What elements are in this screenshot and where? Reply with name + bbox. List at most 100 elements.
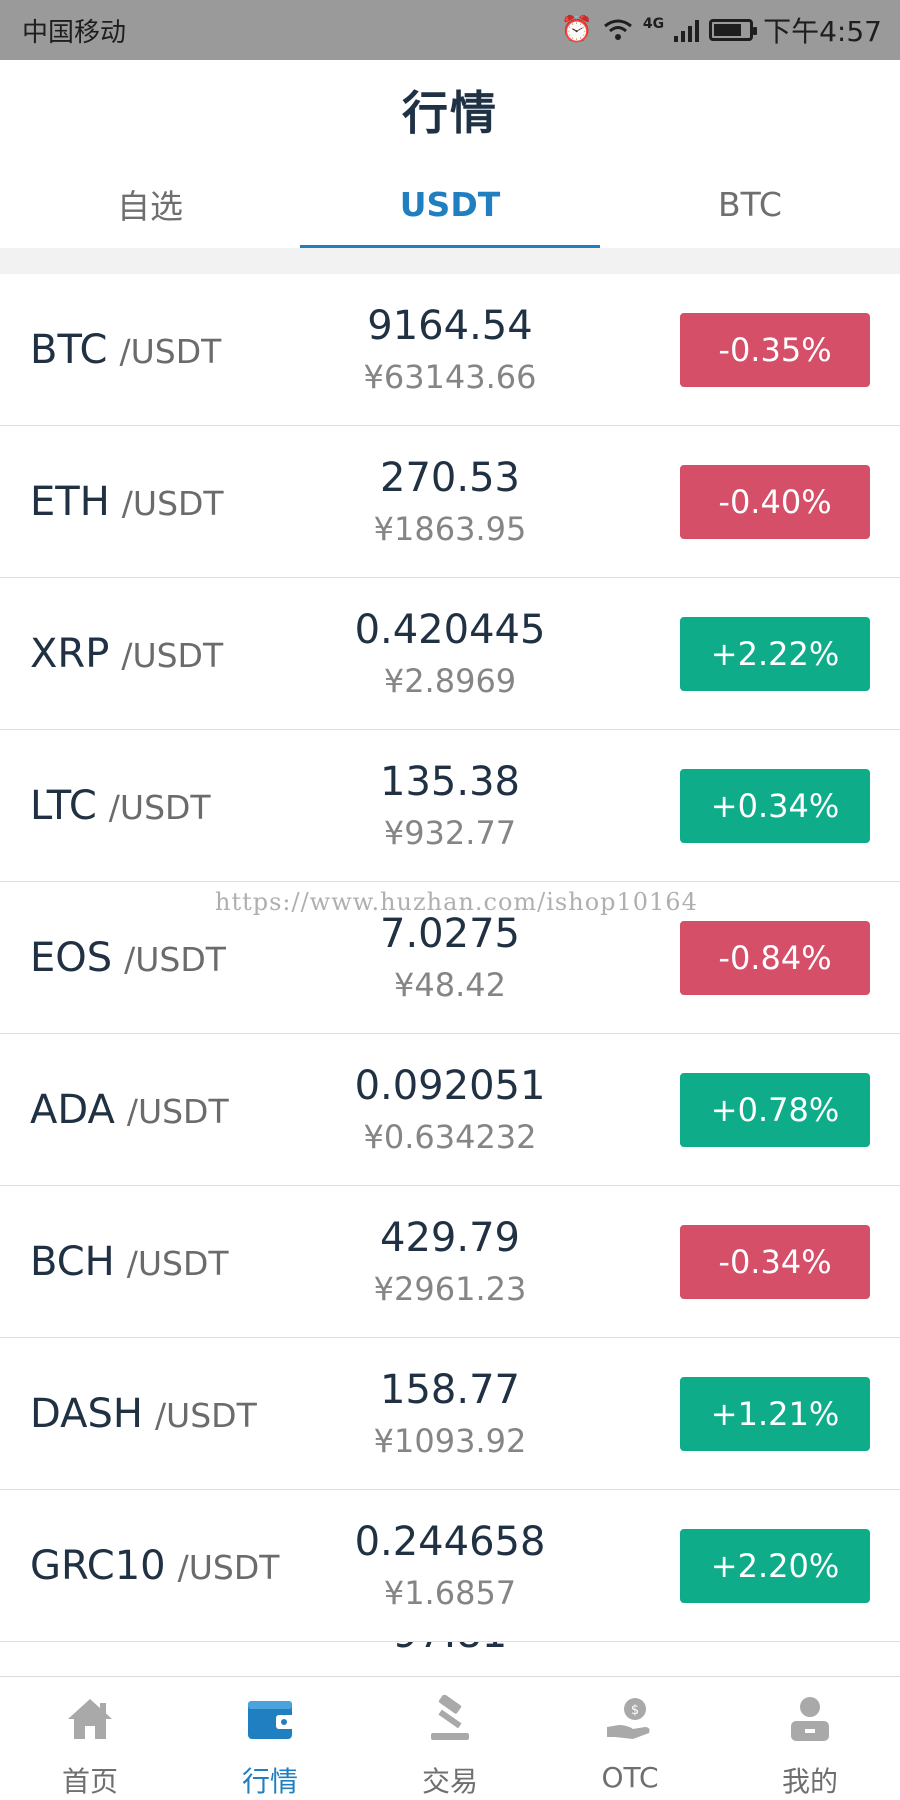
- pair-name: BTC /USDT: [30, 327, 221, 373]
- nav-label: OTC: [601, 1761, 659, 1794]
- market-row-btc[interactable]: BTC /USDT 9164.54 ¥63143.66 -0.35%: [0, 274, 900, 426]
- pair-name: EOS /USDT: [30, 935, 226, 981]
- quote-symbol: /USDT: [121, 483, 224, 523]
- last-price: 270.53: [380, 455, 520, 502]
- price-block: 270.53 ¥1863.95: [300, 454, 600, 548]
- signal-icon: [674, 18, 700, 42]
- pair-name: XRP /USDT: [30, 631, 223, 677]
- nav-label: 首页: [61, 1765, 118, 1798]
- quote-symbol: /USDT: [119, 331, 222, 371]
- coin-hand-icon: $: [602, 1691, 658, 1747]
- base-symbol: LTC: [30, 782, 97, 829]
- change-badge: +2.22%: [680, 616, 870, 691]
- nav-market[interactable]: 行情: [180, 1677, 360, 1800]
- last-price: 429.79: [380, 1215, 520, 1262]
- cny-price: ¥1093.92: [373, 1422, 527, 1461]
- base-symbol: EOS: [30, 934, 113, 981]
- market-row-ltc[interactable]: LTC /USDT 135.38 ¥932.77 +0.34%: [0, 730, 900, 882]
- pair-name: ETH /USDT: [30, 479, 224, 525]
- base-symbol: XRP: [30, 630, 110, 677]
- change-badge: +1.21%: [680, 1376, 870, 1451]
- quote-symbol: /USDT: [126, 1243, 229, 1283]
- wifi-icon: [603, 19, 632, 40]
- cny-price: ¥63143.66: [363, 358, 537, 397]
- nav-profile[interactable]: 我的: [720, 1677, 900, 1800]
- market-list: BTC /USDT 9164.54 ¥63143.66 -0.35% ETH /…: [0, 274, 900, 1682]
- base-symbol: ADA: [30, 1086, 115, 1133]
- base-symbol: BTC: [30, 326, 108, 373]
- page-header: 行情: [0, 60, 900, 160]
- status-time: 下午4:57: [763, 15, 882, 48]
- market-row-grc10[interactable]: GRC10 /USDT 0.244658 ¥1.6857 +2.20%: [0, 1490, 900, 1642]
- tab-btc[interactable]: BTC: [600, 160, 900, 248]
- change-badge: -0.84%: [680, 920, 870, 995]
- base-symbol: DASH: [30, 1390, 143, 1437]
- nav-label: 我的: [781, 1765, 838, 1798]
- market-row-dash[interactable]: DASH /USDT 158.77 ¥1093.92 +1.21%: [0, 1338, 900, 1490]
- nav-label: 行情: [241, 1765, 298, 1798]
- cny-price: ¥1863.95: [373, 510, 527, 549]
- user-icon: [782, 1691, 838, 1746]
- price-block: 429.79 ¥2961.23: [300, 1214, 600, 1308]
- market-row-eth[interactable]: ETH /USDT 270.53 ¥1863.95 -0.40%: [0, 426, 900, 578]
- network-type: 4G: [642, 16, 665, 32]
- bottom-nav: 首页 行情 交易 $ OTC 我的: [0, 1676, 900, 1800]
- change-badge: -0.35%: [680, 312, 870, 387]
- status-icons: ⏰ 4G 下午4:57: [561, 10, 883, 50]
- last-price: 97.81: [300, 1642, 600, 1658]
- tab-favorites[interactable]: 自选: [0, 160, 300, 248]
- base-symbol: BCH: [30, 1238, 115, 1285]
- market-row-xrp[interactable]: XRP /USDT 0.420445 ¥2.8969 +2.22%: [0, 578, 900, 730]
- price-block: 135.38 ¥932.77: [300, 758, 600, 852]
- quote-symbol: /USDT: [177, 1547, 280, 1587]
- alarm-icon: ⏰: [560, 15, 593, 45]
- home-icon: [62, 1691, 118, 1746]
- price-block: 0.420445 ¥2.8969: [300, 606, 600, 700]
- quote-symbol: /USDT: [108, 787, 211, 827]
- cny-price: ¥2961.23: [373, 1270, 527, 1309]
- last-price: 7.0275: [380, 911, 520, 958]
- quote-symbol: /USDT: [126, 1091, 229, 1131]
- nav-home[interactable]: 首页: [0, 1677, 180, 1800]
- watermark-text: https://www.huzhan.com/ishop10164: [215, 888, 698, 916]
- cny-price: ¥932.77: [383, 814, 517, 853]
- base-symbol: ETH: [30, 478, 110, 525]
- change-badge: +2.20%: [680, 1528, 870, 1603]
- last-price: 135.38: [380, 759, 520, 806]
- price-block: 0.092051 ¥0.634232: [300, 1062, 600, 1156]
- svg-text:$: $: [631, 1703, 639, 1718]
- quote-symbol: /USDT: [121, 635, 224, 675]
- change-badge: +0.34%: [680, 768, 870, 843]
- base-symbol: GRC10: [30, 1542, 166, 1589]
- battery-icon: [709, 19, 758, 41]
- last-price: 9164.54: [367, 303, 533, 350]
- last-price: 158.77: [380, 1367, 520, 1414]
- price-block: 97.81: [300, 1642, 600, 1658]
- cny-price: ¥1.6857: [383, 1574, 517, 1613]
- last-price: 0.244658: [354, 1519, 546, 1566]
- wallet-icon: [242, 1691, 298, 1746]
- nav-otc[interactable]: $ OTC: [540, 1677, 720, 1800]
- gavel-icon: [422, 1691, 478, 1746]
- change-badge: -0.34%: [680, 1224, 870, 1299]
- status-bar: 中国移动 ⏰ 4G 下午4:57: [0, 0, 900, 60]
- nav-trade[interactable]: 交易: [360, 1677, 540, 1800]
- price-block: 7.0275 ¥48.42: [300, 910, 600, 1004]
- cny-price: ¥2.8969: [383, 662, 517, 701]
- change-badge: -0.40%: [680, 464, 870, 539]
- price-block: 158.77 ¥1093.92: [300, 1366, 600, 1460]
- tab-usdt[interactable]: USDT: [300, 160, 600, 248]
- market-tabs: 自选 USDT BTC: [0, 160, 900, 248]
- cny-price: ¥0.634232: [363, 1118, 537, 1157]
- pair-name: ADA /USDT: [30, 1087, 229, 1133]
- cny-price: ¥48.42: [394, 966, 506, 1005]
- pair-name: DASH /USDT: [30, 1391, 257, 1437]
- market-row-bch[interactable]: BCH /USDT 429.79 ¥2961.23 -0.34%: [0, 1186, 900, 1338]
- last-price: 0.420445: [354, 607, 546, 654]
- section-divider: [0, 248, 900, 274]
- last-price: 0.092051: [354, 1063, 546, 1110]
- carrier-name: 中国移动: [22, 17, 127, 48]
- price-block: 9164.54 ¥63143.66: [300, 302, 600, 396]
- market-row-ada[interactable]: ADA /USDT 0.092051 ¥0.634232 +0.78%: [0, 1034, 900, 1186]
- nav-label: 交易: [421, 1765, 478, 1798]
